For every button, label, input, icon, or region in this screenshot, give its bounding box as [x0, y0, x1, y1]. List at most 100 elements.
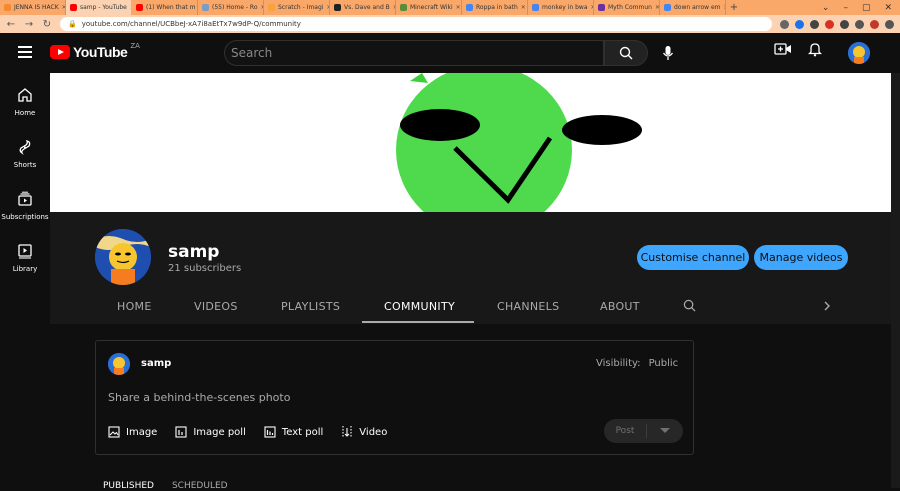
visibility-selector[interactable]: Visibility: Public [596, 358, 678, 369]
page-scrollbar[interactable] [891, 73, 900, 488]
browser-tab[interactable]: Minecraft Wiki ✕ [396, 0, 462, 15]
avatar-image-icon [848, 42, 870, 64]
browser-tab[interactable]: Scratch - Imagi✕ [264, 0, 330, 15]
tab-favicon-icon [400, 4, 407, 11]
tab-title: Roppa in bath [476, 4, 518, 11]
channel-avatar[interactable] [95, 229, 151, 285]
tab-community[interactable]: COMMUNITY [384, 300, 455, 313]
extension-icon[interactable] [825, 19, 834, 29]
tab-channels[interactable]: CHANNELS [497, 300, 559, 313]
new-tab-button[interactable]: + [726, 0, 742, 15]
notifications-bell-icon[interactable] [808, 41, 822, 57]
google-favicon-icon [466, 4, 473, 11]
post-attachment-actions: Image Image poll Text poll Video [108, 425, 405, 439]
browser-tab[interactable]: (55) Home - Ro✕ [198, 0, 264, 15]
image-icon [108, 426, 120, 438]
extension-icon[interactable] [795, 19, 804, 29]
tab-favicon-icon [334, 4, 341, 11]
author-avatar [108, 353, 130, 375]
browser-tab[interactable]: Vs. Dave and B✕ [330, 0, 396, 15]
tab-about[interactable]: ABOUT [600, 300, 640, 313]
browser-tab[interactable]: JENNA IS HACK✕ [0, 0, 66, 15]
subscriber-count: 21 subscribers [168, 263, 242, 274]
nav-item-library[interactable]: Library [0, 243, 50, 291]
close-window-button[interactable]: ✕ [884, 3, 892, 13]
menu-dots-icon[interactable] [885, 19, 894, 29]
search-input[interactable]: Search [224, 40, 604, 66]
image-poll-button[interactable]: Image poll [175, 426, 246, 438]
tab-title: samp - YouTube [80, 4, 127, 11]
tab-search-icon[interactable]: ⌄ [822, 3, 830, 13]
nav-item-shorts[interactable]: Shorts [0, 139, 50, 187]
lock-icon[interactable]: 🔒 [68, 20, 77, 28]
text-poll-icon [264, 426, 276, 438]
nav-label: Subscriptions [1, 213, 49, 221]
author-name: samp [141, 358, 172, 369]
tab-title: (1) When that m [146, 4, 196, 11]
post-options-dropdown[interactable] [647, 428, 683, 434]
post-text-input[interactable]: Share a behind-the-scenes photo [108, 391, 290, 404]
text-poll-button-label: Text poll [281, 426, 324, 438]
nav-item-subscriptions[interactable]: Subscriptions [0, 191, 50, 239]
profile-icon[interactable] [870, 19, 879, 29]
library-icon [18, 244, 32, 259]
youtube-play-icon [50, 45, 70, 59]
tab-title: Myth Commun [608, 4, 652, 11]
tab-videos[interactable]: VIDEOS [194, 300, 238, 313]
minimize-button[interactable]: – [843, 3, 848, 13]
search-icon [619, 46, 633, 60]
nav-label: Library [12, 265, 38, 273]
puzzle-icon[interactable] [855, 19, 864, 29]
voice-search-button[interactable] [655, 40, 681, 66]
account-avatar[interactable] [848, 42, 870, 64]
tab-scheduled[interactable]: SCHEDULED [172, 481, 228, 491]
youtube-favicon-icon [136, 4, 143, 11]
url-field[interactable]: 🔒 youtube.com/channel/UCBbeJ-xA7i8aEtTx7… [60, 17, 772, 31]
chevron-down-icon [660, 428, 670, 433]
post-button[interactable]: Post [604, 419, 683, 443]
image-button[interactable]: Image [108, 426, 157, 438]
banner-artwork [50, 73, 891, 212]
tab-title: down arrow em [674, 4, 721, 11]
tab-published[interactable]: PUBLISHED [103, 481, 154, 491]
image-poll-icon [175, 426, 187, 438]
search-button[interactable] [604, 40, 648, 66]
tab-home[interactable]: HOME [117, 300, 152, 313]
browser-tab[interactable]: down arrow em✕ [660, 0, 726, 15]
reload-icon[interactable]: ↻ [42, 19, 52, 30]
tab-playlists[interactable]: PLAYLISTS [281, 300, 340, 313]
back-arrow-icon[interactable]: ← [6, 19, 16, 30]
channel-tabs: HOME VIDEOS PLAYLISTS COMMUNITY CHANNELS… [50, 294, 891, 324]
customise-channel-button[interactable]: Customise channel [637, 245, 749, 270]
extensions-bar [780, 19, 894, 29]
video-button[interactable]: Video [341, 425, 387, 439]
nav-item-home[interactable]: Home [0, 87, 50, 135]
browser-tab[interactable]: Roppa in bath ✕ [462, 0, 528, 15]
video-button-label: Video [359, 426, 388, 438]
left-nav: Home Shorts Subscriptions Library [0, 73, 50, 488]
browser-tab[interactable]: Myth Commun ✕ [594, 0, 660, 15]
browser-tab[interactable]: (1) When that m✕ [132, 0, 198, 15]
tab-close-icon[interactable]: ✕ [521, 4, 526, 11]
youtube-logo[interactable]: YouTube ZA [50, 42, 140, 60]
browser-tab-active[interactable]: samp - YouTube✕ [66, 0, 132, 15]
window-controls: ⌄ – ▢ ✕ [822, 0, 900, 15]
extension-icon[interactable] [840, 19, 849, 29]
avatar-image-icon [108, 353, 130, 375]
tab-close-icon[interactable]: ✕ [456, 4, 461, 11]
text-poll-button[interactable]: Text poll [264, 426, 323, 438]
chevron-right-icon[interactable] [823, 300, 831, 312]
image-button-label: Image [126, 426, 158, 438]
manage-videos-button[interactable]: Manage videos [754, 245, 848, 270]
create-video-icon[interactable] [774, 42, 792, 56]
hamburger-menu-icon[interactable] [18, 46, 32, 58]
browser-tab[interactable]: monkey in bwa✕ [528, 0, 594, 15]
tab-title: Vs. Dave and B [344, 4, 390, 11]
search-placeholder: Search [231, 46, 273, 60]
extension-icon[interactable] [780, 19, 789, 29]
tab-title: monkey in bwa [542, 4, 588, 11]
forward-arrow-icon[interactable]: → [24, 19, 34, 30]
extension-icon[interactable] [810, 19, 819, 29]
channel-search-icon[interactable] [683, 299, 696, 312]
maximize-button[interactable]: ▢ [862, 3, 871, 13]
